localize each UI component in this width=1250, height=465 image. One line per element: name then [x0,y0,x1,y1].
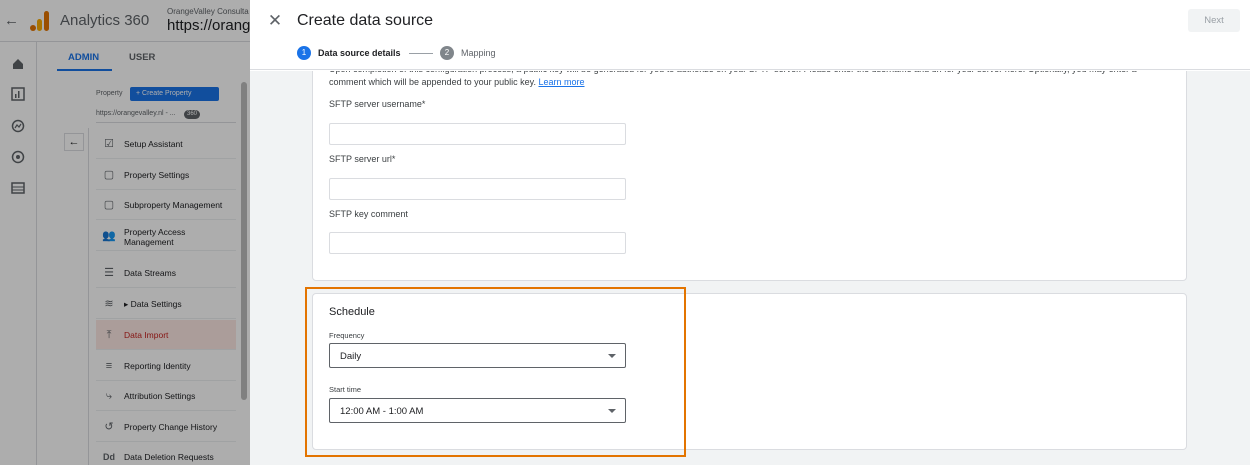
sftp-key-comment-input[interactable] [329,232,626,254]
sftp-username-label: SFTP server username* [329,99,426,109]
dropdown-arrow-icon [608,354,616,358]
next-button[interactable]: Next [1188,9,1240,32]
start-time-label: Start time [329,385,362,394]
description-text: Upon completion of this configuration pr… [329,71,1137,87]
schedule-title: Schedule [329,306,375,318]
modal-scrim[interactable] [0,0,250,465]
sftp-description: Upon completion of this configuration pr… [329,71,1174,89]
dropdown-arrow-icon [608,409,616,413]
close-icon[interactable]: ✕ [265,10,285,32]
start-time-select[interactable]: 12:00 AM - 1:00 AM [329,398,626,423]
step-label: Data source details [318,48,401,58]
start-time-value: 12:00 AM - 1:00 AM [340,406,424,417]
sftp-url-label: SFTP server url* [329,154,396,164]
sftp-username-input[interactable] [329,123,626,145]
step-number: 2 [440,46,454,60]
step-connector [409,53,433,54]
sftp-key-comment-label: SFTP key comment [329,209,408,219]
sftp-settings-card: Upon completion of this configuration pr… [312,71,1187,281]
sftp-url-input[interactable] [329,178,626,200]
schedule-card: Schedule Frequency Daily Start time 12:0… [312,293,1187,450]
frequency-label: Frequency [329,331,365,340]
step-number: 1 [297,46,311,60]
frequency-value: Daily [340,351,362,362]
frequency-select[interactable]: Daily [329,343,626,368]
step-label: Mapping [461,48,496,58]
panel-content[interactable]: Upon completion of this configuration pr… [250,71,1250,465]
create-data-source-panel: ✕ Create data source Next 1 Data source … [250,0,1250,465]
panel-title: Create data source [297,12,434,29]
learn-more-link[interactable]: Learn more [538,77,584,87]
panel-header: ✕ Create data source Next 1 Data source … [250,0,1250,70]
